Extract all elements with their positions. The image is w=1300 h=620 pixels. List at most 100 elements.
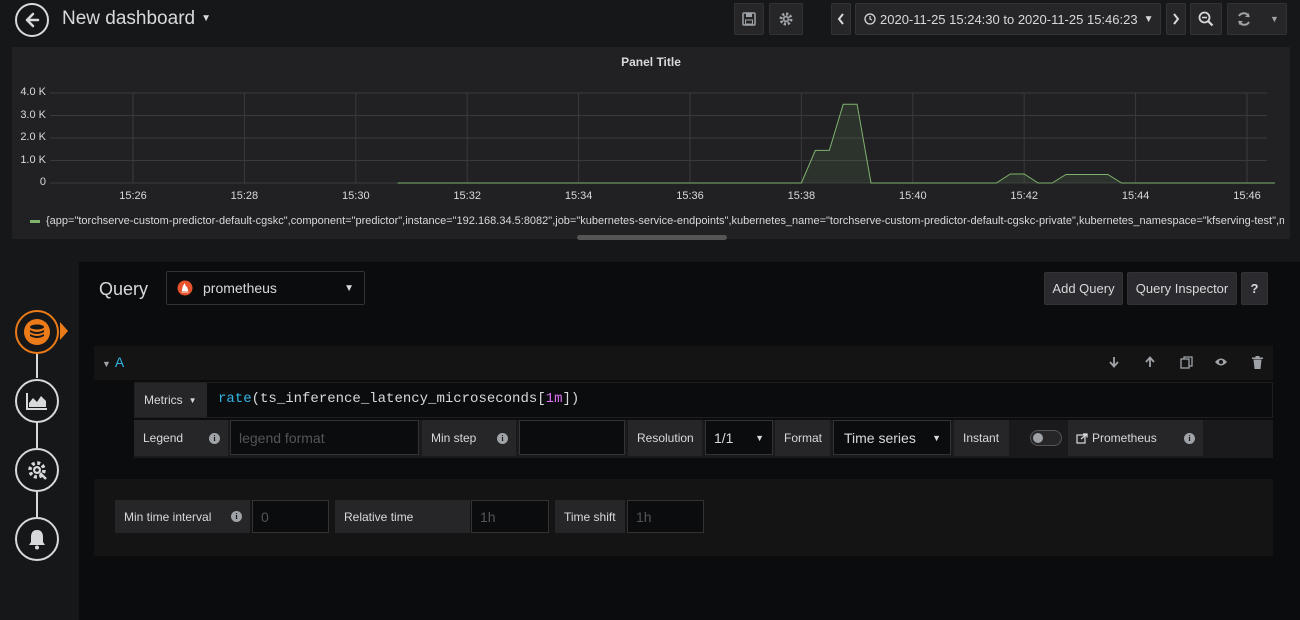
min-time-interval-label: Min time interval	[124, 509, 212, 524]
delete-query-button[interactable]	[1249, 354, 1265, 370]
clock-icon	[864, 13, 876, 25]
legend-text: {app="torchserve-custom-predictor-defaul…	[46, 215, 1284, 227]
promql-open: (	[251, 391, 261, 407]
min-step-input[interactable]	[519, 420, 625, 455]
metrics-label: Metrics	[144, 393, 183, 407]
promql-close: ])	[562, 391, 580, 407]
move-up-button[interactable]	[1142, 354, 1158, 370]
time-range-picker[interactable]: 2020-11-25 15:24:30 to 2020-11-25 15:46:…	[855, 3, 1161, 35]
x-tick-label: 15:36	[676, 190, 704, 202]
step-queries[interactable]	[15, 310, 59, 354]
step-general[interactable]	[15, 448, 59, 492]
time-shift-forward-button[interactable]	[1166, 3, 1186, 35]
y-tick-label: 3.0 K	[20, 108, 46, 121]
help-button[interactable]: ?	[1241, 272, 1268, 305]
info-icon[interactable]: i	[231, 511, 242, 522]
x-tick-label: 15:40	[899, 190, 927, 202]
x-tick-label: 15:44	[1121, 190, 1150, 202]
arrow-up-icon	[1145, 356, 1155, 367]
dashboard-title[interactable]: New dashboard ▼	[62, 8, 211, 30]
y-tick-label: 4.0 K	[20, 86, 46, 98]
cog-wrench-icon	[28, 461, 47, 480]
metrics-dropdown[interactable]: Metrics ▼	[135, 383, 207, 417]
gear-icon	[779, 12, 793, 26]
active-step-indicator	[60, 322, 68, 340]
zoom-out-button[interactable]	[1190, 3, 1222, 35]
step-visualization[interactable]	[15, 379, 59, 423]
legend-swatch	[30, 219, 40, 223]
format-label: Format	[775, 420, 830, 456]
add-query-button[interactable]: Add Query	[1044, 272, 1123, 305]
instant-label: Instant	[954, 420, 1009, 456]
chevron-down-icon: ▼	[1270, 14, 1279, 24]
x-tick-label: 15:32	[453, 190, 481, 202]
min-time-interval-input[interactable]: 0	[252, 500, 329, 533]
legend-label: Legend	[143, 431, 184, 445]
arrow-left-icon	[25, 12, 40, 28]
chart-area-icon	[26, 393, 47, 410]
database-icon	[24, 319, 50, 345]
chevron-left-icon	[837, 13, 844, 25]
dashboard-settings-button[interactable]	[769, 3, 803, 35]
time-shift-back-button[interactable]	[831, 3, 851, 35]
legend-option-label: Legend i	[134, 420, 228, 456]
legend-item[interactable]: {app="torchserve-custom-predictor-defaul…	[30, 215, 1284, 227]
chevron-down-icon: ▼	[201, 13, 211, 25]
min-time-interval-option: Min time interval i	[115, 500, 250, 533]
refresh-button[interactable]: ▼	[1227, 3, 1287, 35]
save-dashboard-button[interactable]	[734, 3, 764, 35]
y-tick-label: 0	[39, 176, 46, 188]
x-tick-label: 15:26	[119, 190, 147, 202]
trash-icon	[1251, 355, 1263, 369]
query-row-header: ▼ A	[94, 346, 1273, 380]
promql-metric: ts_inference_latency_microseconds[	[260, 391, 546, 407]
promql-function: rate	[218, 391, 252, 407]
toggle-visibility-button[interactable]	[1213, 354, 1229, 370]
time-shift-label: Time shift	[555, 500, 625, 533]
min-step-label: Min step	[431, 431, 477, 445]
duplicate-query-button[interactable]	[1178, 354, 1194, 370]
legend-format-input[interactable]: legend format	[230, 420, 419, 455]
zoom-out-icon	[1198, 11, 1214, 27]
back-button[interactable]	[15, 3, 49, 37]
query-row-toggle[interactable]: ▼ A	[102, 354, 124, 370]
format-select[interactable]: Time series ▼	[833, 420, 951, 455]
toggle-knob	[1033, 433, 1043, 443]
navbar: New dashboard ▼ 2020-11-25 15:24:30 to 20…	[0, 0, 1300, 40]
step-connector	[36, 492, 38, 517]
chevron-down-icon: ▼	[755, 432, 764, 443]
instant-toggle[interactable]	[1030, 430, 1062, 446]
datasource-name: prometheus	[203, 280, 277, 296]
graph-chart[interactable]	[12, 47, 1290, 217]
x-tick-label: 15:38	[787, 190, 816, 202]
datasource-picker[interactable]: prometheus ▼	[166, 271, 365, 305]
relative-time-input[interactable]: 1h	[471, 500, 549, 533]
graph-panel: Panel Title 4.0 K 3.0 K 2.0 K 1.0 K0 15:26 1…	[12, 47, 1290, 240]
x-tick-label: 15:46	[1233, 190, 1261, 202]
resolution-value: 1/1	[714, 429, 734, 446]
time-shift-input[interactable]: 1h	[627, 500, 704, 533]
x-tick-label: 15:28	[230, 190, 259, 202]
step-alert[interactable]	[15, 517, 59, 561]
info-icon[interactable]: i	[1184, 432, 1195, 444]
external-link-icon	[1076, 432, 1088, 444]
info-icon[interactable]: i	[209, 432, 220, 444]
prometheus-link-text: Prometheus	[1092, 431, 1157, 445]
resolution-select[interactable]: 1/1 ▼	[705, 420, 773, 455]
chevron-down-icon: ▼	[932, 432, 941, 443]
info-icon[interactable]: i	[497, 432, 508, 444]
promql-range: 1m	[545, 391, 563, 407]
chevron-down-icon: ▼	[344, 282, 354, 294]
move-down-button[interactable]	[1106, 354, 1122, 370]
prometheus-link[interactable]: Prometheus i	[1068, 420, 1203, 456]
query-inspector-button[interactable]: Query Inspector	[1127, 272, 1237, 305]
caret-down-icon: ▼	[188, 395, 197, 405]
promql-expression[interactable]: rate(ts_inference_latency_microseconds[1…	[218, 391, 579, 407]
legend-scrollbar[interactable]	[577, 235, 727, 240]
query-section-title: Query	[99, 279, 149, 299]
prometheus-logo-icon	[177, 280, 193, 296]
x-tick-label: 15:30	[342, 190, 370, 202]
copy-icon	[1179, 355, 1193, 369]
x-tick-label: 15:42	[1010, 190, 1038, 202]
min-step-option-label: Min step i	[422, 420, 516, 456]
